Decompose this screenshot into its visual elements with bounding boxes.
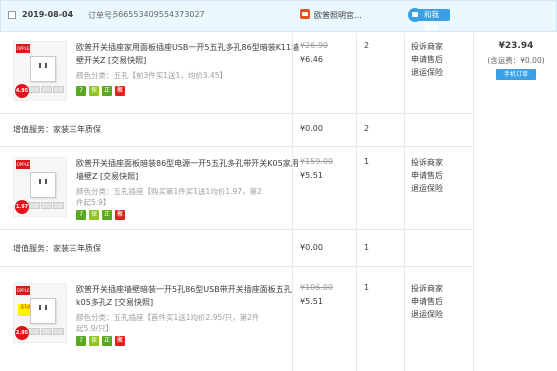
quantity: 1 bbox=[364, 157, 370, 166]
product-spec: 颜色分类：五孔【前3件买1送1，均价3.45】 bbox=[76, 71, 228, 80]
column-divider bbox=[292, 33, 293, 371]
product-spec: 颜色分类：五孔插座【购买第1件买1送1均价1.97，第2件起5.9】 bbox=[76, 187, 262, 207]
seven-day-return-icon[interactable]: 7 bbox=[76, 336, 86, 346]
complain-seller-link[interactable]: 投诉商家 bbox=[411, 156, 443, 169]
seven-day-return-icon[interactable]: 7 bbox=[76, 86, 86, 96]
after-sale-link[interactable]: 申请售后 bbox=[411, 53, 443, 66]
authentic-icon[interactable]: 正 bbox=[102, 336, 112, 346]
return-insurance-link[interactable]: 退运保险 bbox=[411, 308, 443, 321]
order-select-checkbox[interactable] bbox=[8, 11, 16, 19]
product-title-link[interactable]: 欧普开关插座墙壁暗装一开5孔86型USB带开关插座面板五孔k05多孔Z [交易快… bbox=[76, 283, 302, 309]
quantity: 1 bbox=[364, 283, 370, 292]
guarantee-icon[interactable]: 保 bbox=[89, 336, 99, 346]
item-actions: 投诉商家 申请售后 退运保险 bbox=[411, 282, 443, 321]
order-header bbox=[0, 0, 557, 32]
product-title-link[interactable]: 欧普开关插座面板暗装86型电源一开5五孔多孔带开关K05家用墙壁Z [交易快照] bbox=[76, 157, 302, 183]
product-thumbnail[interactable]: OPPLE 买1送1 2.95 bbox=[13, 283, 67, 343]
order-item: OPPLE 买1送1 2.95 欧普开关插座墙壁暗装一开5孔86型USB带开关插… bbox=[0, 267, 473, 371]
socket-panel-image bbox=[30, 172, 56, 198]
service-badges: 7 保 正 聚 bbox=[76, 86, 125, 96]
guarantee-icon[interactable]: 保 bbox=[89, 86, 99, 96]
original-price: ¥159.00 bbox=[300, 157, 334, 166]
contact-seller-label: 和我联系 bbox=[418, 9, 450, 31]
service-label: 增值服务：家装三年质保 bbox=[13, 244, 101, 253]
product-title-link[interactable]: 欧普开关插座家用面板插座USB一开5五孔多孔86型暗装K11墙壁开关Z [交易快… bbox=[76, 41, 302, 67]
service-badges: 7 保 正 聚 bbox=[76, 336, 125, 346]
column-divider bbox=[356, 33, 357, 371]
socket-panel-image bbox=[30, 56, 56, 82]
original-price: ¥26.90 bbox=[300, 41, 328, 50]
juhuasuan-icon[interactable]: 聚 bbox=[115, 86, 125, 96]
guarantee-icon[interactable]: 保 bbox=[89, 210, 99, 220]
price-tag: 4.95 bbox=[15, 84, 29, 98]
service-quantity: 1 bbox=[364, 243, 370, 252]
service-label: 增值服务：家装三年质保 bbox=[13, 125, 101, 134]
complain-seller-link[interactable]: 投诉商家 bbox=[411, 282, 443, 295]
original-price: ¥106.00 bbox=[300, 283, 334, 292]
seven-day-return-icon[interactable]: 7 bbox=[76, 210, 86, 220]
unit-price: ¥5.51 bbox=[300, 297, 323, 306]
authentic-icon[interactable]: 正 bbox=[102, 86, 112, 96]
brand-logo: OPPLE bbox=[16, 160, 30, 169]
return-insurance-link[interactable]: 退运保险 bbox=[411, 182, 443, 195]
column-divider bbox=[404, 33, 405, 371]
order-item: OPPLE 1.97 欧普开关插座面板暗装86型电源一开5五孔多孔带开关K05家… bbox=[0, 147, 473, 229]
mobile-order-badge[interactable]: 手机订单 bbox=[496, 69, 536, 80]
product-thumbnail[interactable]: OPPLE 4.95 bbox=[13, 41, 67, 101]
authentic-icon[interactable]: 正 bbox=[102, 210, 112, 220]
quantity: 2 bbox=[364, 41, 370, 50]
price-tag: 1.97 bbox=[15, 200, 29, 214]
order-summary: ¥23.94 (含运费：¥0.00) 手机订单 bbox=[473, 33, 557, 371]
product-thumbnail[interactable]: OPPLE 1.97 bbox=[13, 157, 67, 217]
brand-logo: OPPLE bbox=[16, 44, 30, 53]
order-item: OPPLE 4.95 欧普开关插座家用面板插座USB一开5五孔多孔86型暗装K1… bbox=[0, 33, 473, 113]
after-sale-link[interactable]: 申请售后 bbox=[411, 169, 443, 182]
price-tag: 2.95 bbox=[15, 326, 29, 340]
item-actions: 投诉商家 申请售后 退运保险 bbox=[411, 156, 443, 195]
order-number-label: 订单号: bbox=[88, 11, 115, 20]
service-quantity: 2 bbox=[364, 124, 370, 133]
order-date: 2019-08-04 bbox=[22, 10, 74, 19]
service-price: ¥0.00 bbox=[300, 243, 323, 252]
brand-logo: OPPLE bbox=[16, 286, 30, 295]
shop-icon bbox=[300, 9, 310, 19]
unit-price: ¥5.51 bbox=[300, 171, 323, 180]
unit-price: ¥6.46 bbox=[300, 55, 323, 64]
chat-icon bbox=[408, 8, 422, 22]
order-total: ¥23.94 bbox=[498, 41, 534, 51]
value-added-service: 增值服务：家装三年质保 ¥0.00 1 bbox=[0, 230, 473, 266]
service-badges: 7 保 正 聚 bbox=[76, 210, 125, 220]
socket-panel-image bbox=[30, 298, 56, 324]
complain-seller-link[interactable]: 投诉商家 bbox=[411, 40, 443, 53]
shop-name-link[interactable]: 欧普照明官... bbox=[314, 10, 362, 21]
after-sale-link[interactable]: 申请售后 bbox=[411, 295, 443, 308]
return-insurance-link[interactable]: 退运保险 bbox=[411, 66, 443, 79]
item-actions: 投诉商家 申请售后 退运保险 bbox=[411, 40, 443, 79]
value-added-service: 增值服务：家装三年质保 ¥0.00 2 bbox=[0, 114, 473, 146]
product-spec: 颜色分类：五孔插座【首件买1送1均价2.95/只，第2件起5.9/只】 bbox=[76, 313, 260, 333]
shipping-fee: (含运费：¥0.00) bbox=[487, 56, 545, 65]
juhuasuan-icon[interactable]: 聚 bbox=[115, 336, 125, 346]
order-number: 566553409554373027 bbox=[113, 10, 205, 19]
contact-seller-button[interactable]: 和我联系 bbox=[408, 8, 450, 31]
juhuasuan-icon[interactable]: 聚 bbox=[115, 210, 125, 220]
service-price: ¥0.00 bbox=[300, 124, 323, 133]
